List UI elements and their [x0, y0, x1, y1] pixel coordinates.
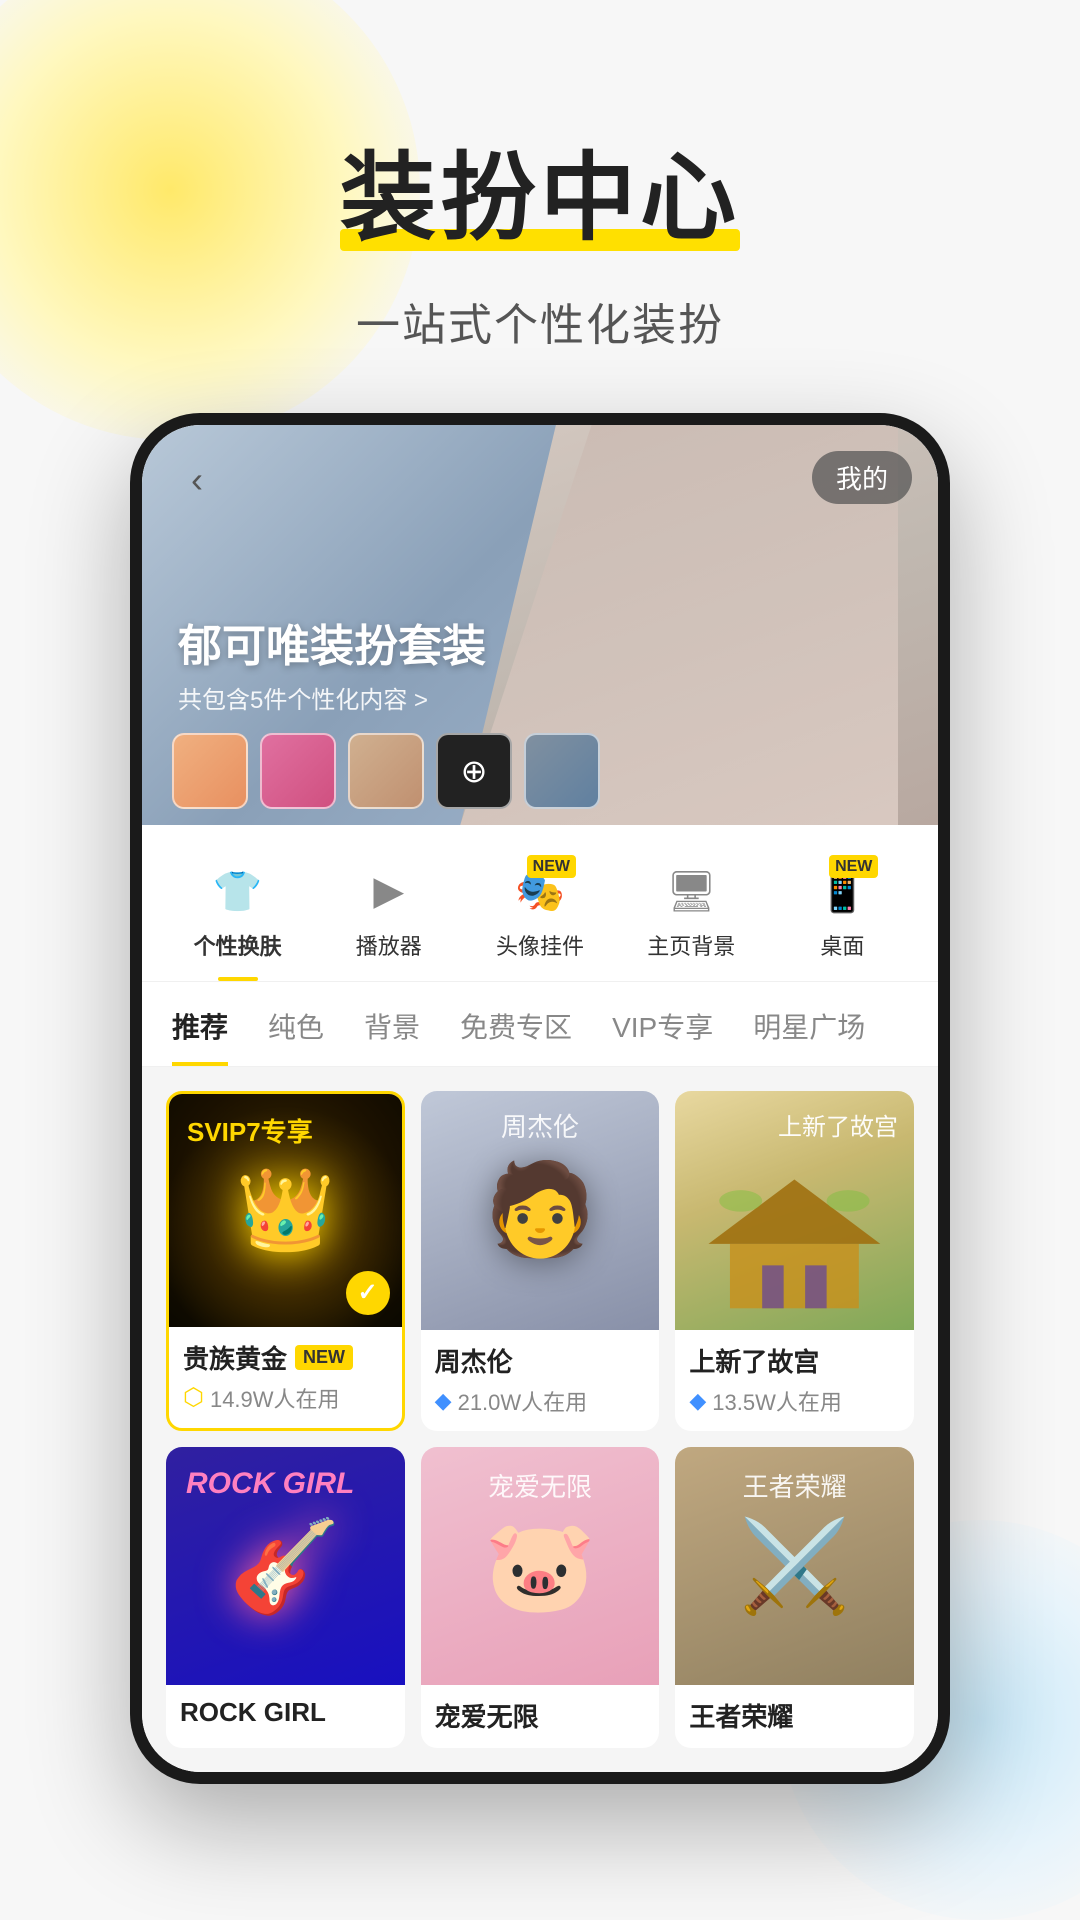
tab-avatar[interactable]: 🎭 NEW 头像挂件: [464, 845, 615, 981]
category-tabs: 👕 个性换肤 ▶ 播放器 🎭 NEW 头像挂件: [142, 825, 938, 982]
rockgirl-text: ROCK GIRL: [186, 1467, 354, 1501]
skin-info-guizu: 贵族黄金 NEW ⬡ 14.9W人在用: [169, 1327, 402, 1428]
filter-vip[interactable]: VIP专享: [612, 1006, 713, 1066]
my-button[interactable]: 我的: [812, 451, 912, 504]
skin-users-jay: ◆ 21.0W人在用: [435, 1385, 646, 1417]
gold-coin-icon: ⬡: [183, 1383, 204, 1412]
back-button[interactable]: ‹: [172, 455, 222, 505]
skin-card-rockgirl[interactable]: ROCK GIRL 🎸 ROCK GIRL: [166, 1447, 405, 1749]
skin-card-jay[interactable]: 周杰伦 🧑 周杰伦 ◆ 21.0W人在用: [421, 1091, 660, 1431]
skin-icon: 👕: [208, 861, 268, 921]
phone-frame: ‹ 我的 郁可唯装扮套装 共包含5件个性化内容 >: [130, 413, 950, 1784]
skins-grid: SVIP7专享 👑 ✓ 贵族黄金 NEW ⬡ 14.9W人在用: [142, 1067, 938, 1772]
avatar-label: 头像挂件: [496, 929, 584, 961]
player-label: 播放器: [356, 929, 422, 961]
rockgirl-figure: 🎸: [229, 1514, 341, 1619]
skin-name-wzry: 王者荣耀: [689, 1697, 900, 1734]
skin-thumb-jay: 周杰伦 🧑: [421, 1091, 660, 1330]
subtitle: 一站式个性化装扮: [0, 289, 1080, 353]
skin-name-jay: 周杰伦: [435, 1342, 646, 1379]
skin-name-palace: 上新了故宫: [689, 1342, 900, 1379]
desktop-label: 桌面: [820, 929, 864, 961]
thumb-4[interactable]: [436, 733, 512, 809]
header-section: 装扮中心 一站式个性化装扮: [0, 0, 1080, 413]
phone-screen: ‹ 我的 郁可唯装扮套装 共包含5件个性化内容 >: [142, 425, 938, 1772]
skin-thumb-palace: 上新了故宫: [675, 1091, 914, 1330]
skin-thumb-pet: 宠爱无限 🐷: [421, 1447, 660, 1686]
hero-banner: ‹ 我的 郁可唯装扮套装 共包含5件个性化内容 >: [142, 425, 938, 825]
palace-svg: [687, 1115, 902, 1330]
filter-free[interactable]: 免费专区: [460, 1006, 572, 1066]
tab-player[interactable]: ▶ 播放器: [313, 845, 464, 981]
skin-thumb-rockgirl: ROCK GIRL 🎸: [166, 1447, 405, 1686]
jay-figure: 🧑: [484, 1165, 596, 1255]
main-title: 装扮中心: [340, 120, 740, 259]
skin-card-wzry[interactable]: 王者荣耀 ⚔️ 王者荣耀: [675, 1447, 914, 1749]
hero-title: 郁可唯装扮套装: [178, 610, 486, 674]
thumb-3[interactable]: [348, 733, 424, 809]
guizu-new-badge: NEW: [295, 1345, 353, 1370]
svip-badge-text: SVIP7专享: [187, 1112, 313, 1149]
selected-check-icon: ✓: [346, 1271, 390, 1315]
tab-skin[interactable]: 👕 个性换肤: [162, 845, 313, 981]
filter-tabs: 推荐 纯色 背景 免费专区 VIP专享 明星广场: [142, 982, 938, 1067]
desktop-new-badge: NEW: [829, 855, 878, 878]
hero-subtitle: 共包含5件个性化内容 >: [178, 680, 486, 715]
avatar-new-badge: NEW: [527, 855, 576, 878]
skin-thumb-wzry: 王者荣耀 ⚔️: [675, 1447, 914, 1686]
jay-overlay-text: 周杰伦: [501, 1107, 579, 1144]
hero-text: 郁可唯装扮套装 共包含5件个性化内容 >: [178, 610, 486, 715]
skin-card-palace[interactable]: 上新了故宫: [675, 1091, 914, 1431]
homebg-icon: 🖥: [661, 861, 721, 921]
filter-star[interactable]: 明星广场: [753, 1006, 865, 1066]
filter-recommend[interactable]: 推荐: [172, 1006, 228, 1066]
skin-card-pet[interactable]: 宠爱无限 🐷 宠爱无限: [421, 1447, 660, 1749]
skin-info-wzry: 王者荣耀: [675, 1685, 914, 1748]
skin-label: 个性换肤: [194, 929, 282, 961]
tab-desktop[interactable]: 📱 NEW 桌面: [767, 845, 918, 981]
skin-name-rockgirl: ROCK GIRL: [180, 1697, 391, 1728]
skin-name-guizu: 贵族黄金 NEW: [183, 1339, 388, 1376]
wzry-text: 王者荣耀: [743, 1467, 847, 1504]
pet-text: 宠爱无限: [488, 1467, 592, 1504]
skin-info-palace: 上新了故宫 ◆ 13.5W人在用: [675, 1330, 914, 1431]
pet-figure: 🐷: [484, 1514, 596, 1619]
desktop-icon: 📱 NEW: [812, 861, 872, 921]
thumb-strip: [172, 733, 600, 809]
filter-scene[interactable]: 背景: [364, 1006, 420, 1066]
diamond-icon-palace: ◆: [689, 1388, 706, 1414]
diamond-icon-jay: ◆: [435, 1388, 452, 1414]
thumb-1[interactable]: [172, 733, 248, 809]
player-icon: ▶: [359, 861, 419, 921]
app-content: ‹ 我的 郁可唯装扮套装 共包含5件个性化内容 >: [142, 425, 938, 1772]
thumb-5[interactable]: [524, 733, 600, 809]
skin-card-guizu[interactable]: SVIP7专享 👑 ✓ 贵族黄金 NEW ⬡ 14.9W人在用: [166, 1091, 405, 1431]
skin-name-pet: 宠爱无限: [435, 1697, 646, 1734]
avatar-icon: 🎭 NEW: [510, 861, 570, 921]
homebg-label: 主页背景: [647, 929, 735, 961]
skin-users-palace: ◆ 13.5W人在用: [689, 1385, 900, 1417]
skin-thumb-guizu: SVIP7专享 👑 ✓: [169, 1094, 402, 1327]
filter-solid[interactable]: 纯色: [268, 1006, 324, 1066]
skin-info-pet: 宠爱无限: [421, 1685, 660, 1748]
phone-wrapper: ‹ 我的 郁可唯装扮套装 共包含5件个性化内容 >: [0, 413, 1080, 1784]
tab-homebg[interactable]: 🖥 主页背景: [616, 845, 767, 981]
svip-crown-icon: 👑: [236, 1163, 336, 1257]
skin-users-guizu: ⬡ 14.9W人在用: [183, 1382, 388, 1414]
thumb-2[interactable]: [260, 733, 336, 809]
skin-info-rockgirl: ROCK GIRL: [166, 1685, 405, 1742]
skin-info-jay: 周杰伦 ◆ 21.0W人在用: [421, 1330, 660, 1431]
wzry-figure: ⚔️: [739, 1514, 851, 1619]
